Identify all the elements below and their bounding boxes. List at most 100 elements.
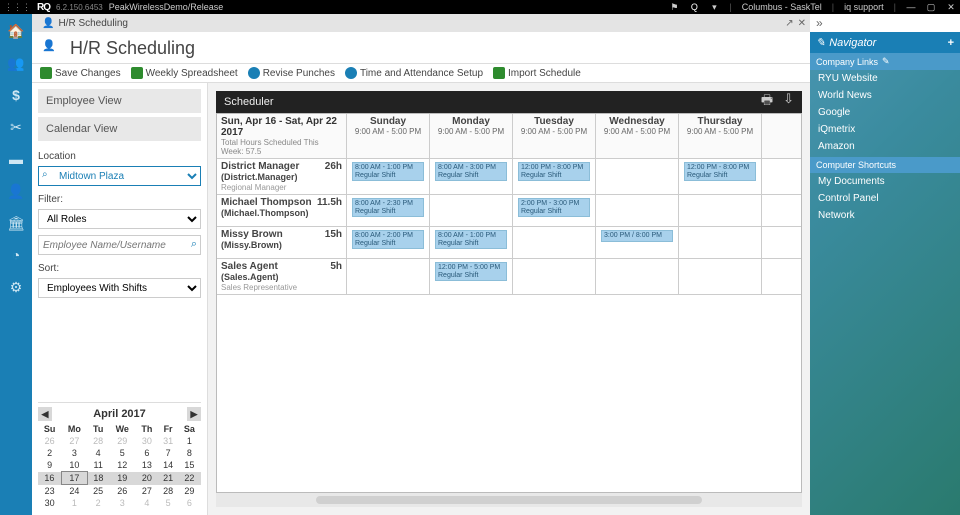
cal-day[interactable]: 1 <box>61 497 87 509</box>
shift-block[interactable]: 8:00 AM - 2:30 PM Regular Shift <box>352 198 424 217</box>
cal-day[interactable]: 2 <box>88 497 109 509</box>
close-icon[interactable]: ✕ <box>946 2 956 12</box>
cal-day[interactable]: 29 <box>109 435 136 447</box>
shift-block[interactable]: 2:00 PM - 3:00 PM Regular Shift <box>518 198 590 217</box>
cal-day[interactable]: 28 <box>158 485 178 498</box>
shift-cell[interactable] <box>513 227 596 258</box>
cal-day[interactable]: 25 <box>88 485 109 498</box>
cal-prev-button[interactable]: ◀ <box>38 407 52 421</box>
cal-day[interactable]: 26 <box>109 485 136 498</box>
nav-link[interactable]: RYU Website <box>810 70 960 87</box>
nav-tools-icon[interactable]: ✂ <box>7 118 25 136</box>
cal-day[interactable]: 31 <box>158 435 178 447</box>
cal-day[interactable]: 13 <box>136 459 158 472</box>
weekly-spreadsheet-button[interactable]: Weekly Spreadsheet <box>131 67 238 79</box>
cal-day[interactable]: 27 <box>136 485 158 498</box>
employee-cell[interactable]: 15hMissy Brown(Missy.Brown) <box>217 227 347 258</box>
cal-day[interactable]: 16 <box>38 472 61 485</box>
nav-gear-icon[interactable]: ⚙ <box>7 278 25 296</box>
tab-hr-scheduling[interactable]: 👤 H/R Scheduling <box>36 14 134 32</box>
nav-link[interactable]: Network <box>810 207 960 224</box>
cal-day[interactable]: 27 <box>61 435 87 447</box>
time-attendance-button[interactable]: Time and Attendance Setup <box>345 67 483 79</box>
cal-day[interactable]: 6 <box>178 497 200 509</box>
shift-cell[interactable]: 2:00 PM - 3:00 PM Regular Shift <box>513 195 596 226</box>
save-button[interactable]: Save Changes <box>40 67 121 79</box>
cal-day[interactable]: 6 <box>136 447 158 459</box>
minimize-icon[interactable]: — <box>906 2 916 12</box>
cal-day[interactable]: 4 <box>136 497 158 509</box>
nav-home-icon[interactable]: 🏠 <box>7 22 25 40</box>
shift-cell[interactable]: 12:00 PM - 8:00 PM Regular Shift <box>513 159 596 194</box>
cal-day[interactable]: 15 <box>178 459 200 472</box>
cal-day[interactable]: 20 <box>136 472 158 485</box>
print-icon[interactable]: 🖶 <box>761 91 773 113</box>
support-label[interactable]: iq support <box>844 2 884 12</box>
shift-cell[interactable] <box>679 227 762 258</box>
cal-next-button[interactable]: ▶ <box>187 407 201 421</box>
export-icon[interactable]: ⇩ <box>783 91 794 113</box>
employee-cell[interactable]: 26hDistrict Manager(District.Manager)Reg… <box>217 159 347 194</box>
nav-person-icon[interactable]: 👤 <box>7 182 25 200</box>
flag-icon[interactable]: ⚑ <box>669 2 679 12</box>
cal-day[interactable]: 23 <box>38 485 61 498</box>
cal-day[interactable]: 30 <box>136 435 158 447</box>
shift-cell[interactable] <box>513 259 596 294</box>
cal-day[interactable]: 28 <box>88 435 109 447</box>
shift-block[interactable]: 8:00 AM - 1:00 PM Regular Shift <box>435 230 507 249</box>
maximize-icon[interactable]: ▢ <box>926 2 936 12</box>
shift-block[interactable]: 8:00 AM - 2:00 PM Regular Shift <box>352 230 424 249</box>
cal-day[interactable]: 5 <box>158 497 178 509</box>
cal-day[interactable]: 9 <box>38 459 61 472</box>
tab-close-icon[interactable]: ✕ <box>798 18 806 29</box>
nav-box-icon[interactable]: ▬ <box>7 150 25 168</box>
nav-link[interactable]: My Documents <box>810 173 960 190</box>
cal-day[interactable]: 12 <box>109 459 136 472</box>
employee-search-input[interactable] <box>38 235 201 255</box>
cal-day[interactable]: 18 <box>88 472 109 485</box>
cal-day[interactable]: 30 <box>38 497 61 509</box>
nav-link[interactable]: Amazon <box>810 138 960 155</box>
sort-select[interactable]: Employees With Shifts <box>38 278 201 298</box>
cal-day[interactable]: 7 <box>158 447 178 459</box>
cal-day[interactable]: 10 <box>61 459 87 472</box>
cal-day[interactable]: 4 <box>88 447 109 459</box>
shift-cell[interactable] <box>596 195 679 226</box>
region-label[interactable]: Columbus - SaskTel <box>742 2 822 12</box>
import-schedule-button[interactable]: Import Schedule <box>493 67 581 79</box>
shift-cell[interactable]: 8:00 AM - 3:00 PM Regular Shift <box>430 159 513 194</box>
cal-day[interactable]: 22 <box>178 472 200 485</box>
shift-block[interactable]: 8:00 AM - 3:00 PM Regular Shift <box>435 162 507 181</box>
shift-cell[interactable] <box>430 195 513 226</box>
nav-people-icon[interactable]: 👥 <box>7 54 25 72</box>
employee-cell[interactable]: 11.5hMichael Thompson(Michael.Thompson) <box>217 195 347 226</box>
shift-block[interactable]: 12:00 PM - 5:00 PM Regular Shift <box>435 262 507 281</box>
cal-day[interactable]: 3 <box>109 497 136 509</box>
cal-day[interactable]: 2 <box>38 447 61 459</box>
nav-link[interactable]: World News <box>810 87 960 104</box>
shift-cell[interactable]: 12:00 PM - 8:00 PM Regular Shift <box>679 159 762 194</box>
nav-link[interactable]: Google <box>810 104 960 121</box>
cal-day[interactable]: 5 <box>109 447 136 459</box>
shift-cell[interactable]: 3:00 PM / 8:00 PM <box>596 227 679 258</box>
shift-block[interactable]: 3:00 PM / 8:00 PM <box>601 230 673 242</box>
shift-cell[interactable] <box>347 259 430 294</box>
shift-block[interactable]: 12:00 PM - 8:00 PM Regular Shift <box>684 162 756 181</box>
shift-cell[interactable]: 8:00 AM - 1:00 PM Regular Shift <box>430 227 513 258</box>
cal-day[interactable]: 29 <box>178 485 200 498</box>
dropdown-icon[interactable]: ▾ <box>709 2 719 12</box>
cal-day[interactable]: 21 <box>158 472 178 485</box>
cal-day[interactable]: 19 <box>109 472 136 485</box>
nav-chart-icon[interactable]: ◔ <box>7 246 25 264</box>
calendar-view-button[interactable]: Calendar View <box>38 117 201 141</box>
cal-table[interactable]: SuMoTuWeThFrSa26272829303112345678910111… <box>38 423 201 509</box>
employee-view-button[interactable]: Employee View <box>38 89 201 113</box>
search-icon[interactable]: Q <box>689 2 699 12</box>
shift-cell[interactable]: 8:00 AM - 1:00 PM Regular Shift <box>347 159 430 194</box>
search-icon[interactable]: ⌕ <box>191 238 197 251</box>
cal-day[interactable]: 8 <box>178 447 200 459</box>
nav-building-icon[interactable]: 🏛 <box>7 214 25 232</box>
shift-cell[interactable] <box>679 195 762 226</box>
nav-link[interactable]: iQmetrix <box>810 121 960 138</box>
location-select[interactable]: Midtown Plaza <box>38 166 201 186</box>
